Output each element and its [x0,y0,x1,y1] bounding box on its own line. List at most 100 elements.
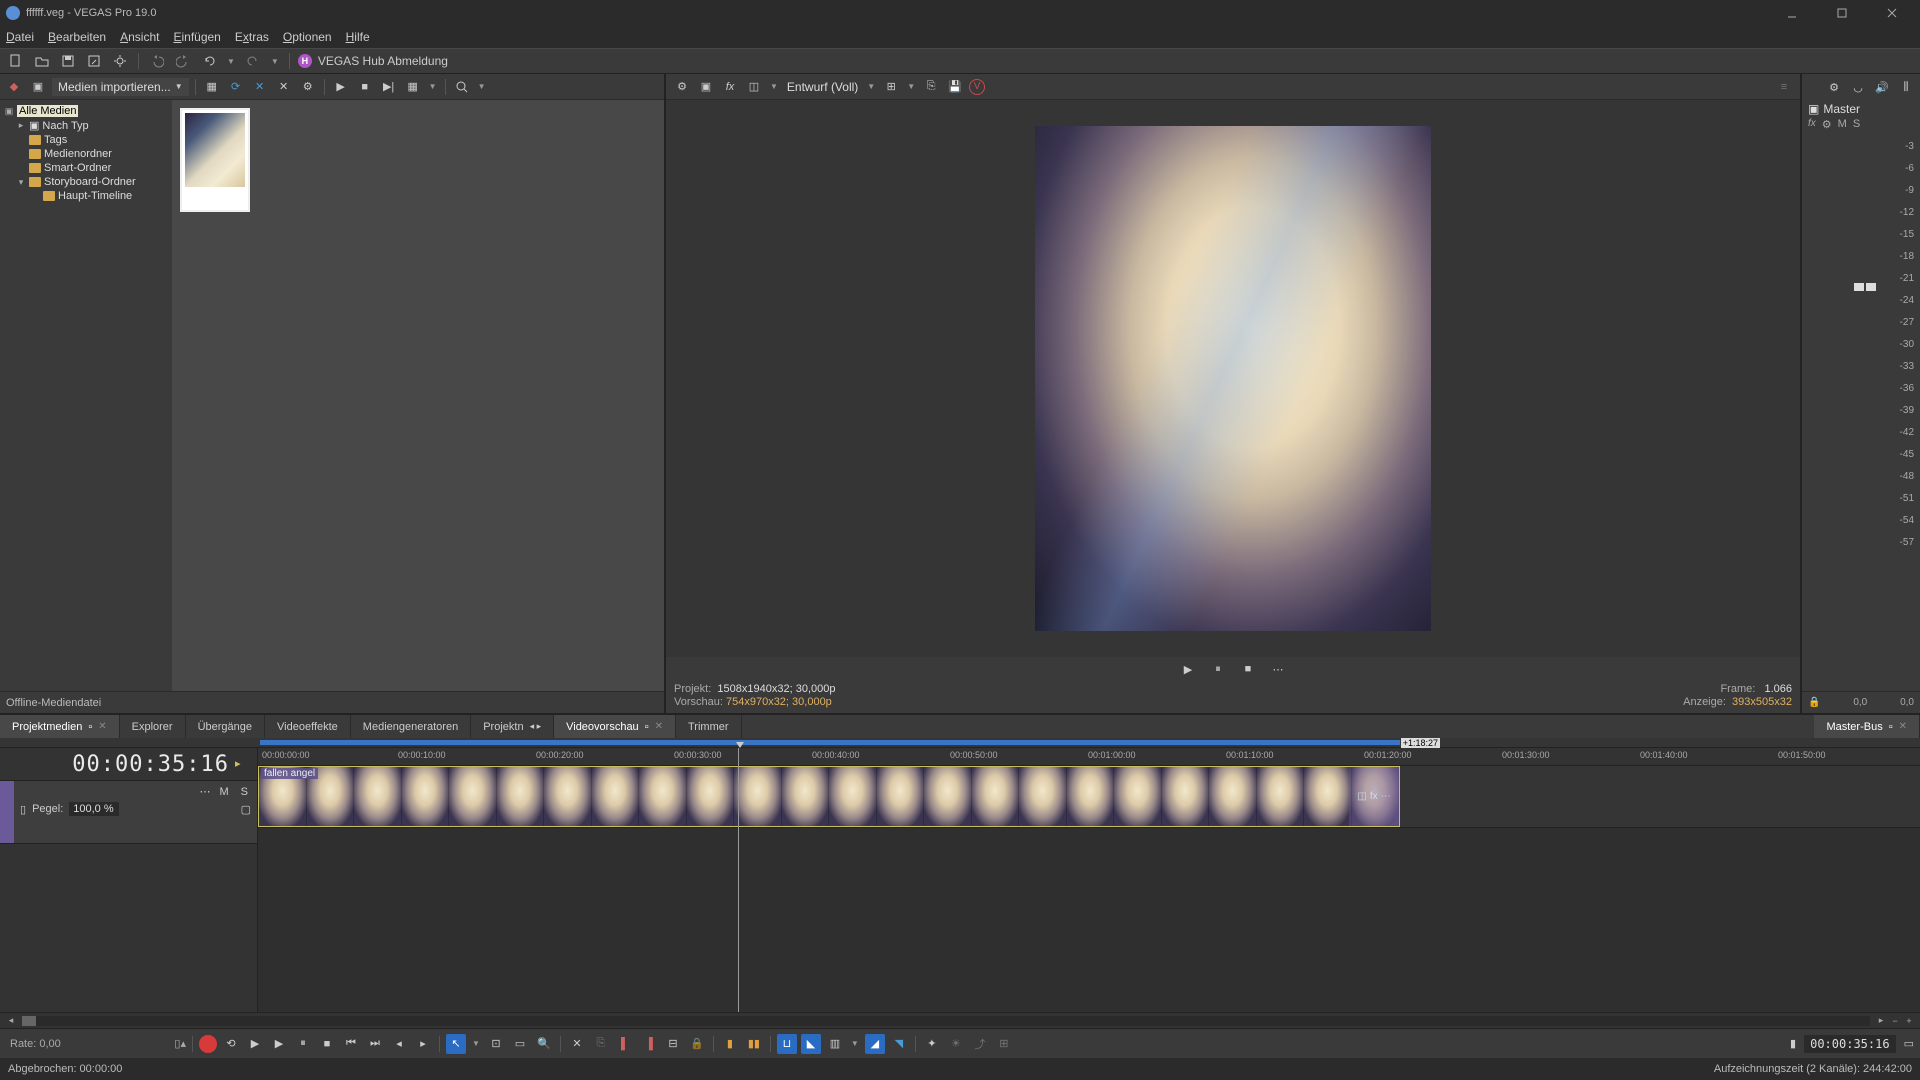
master-output-icon[interactable]: 🔊 [1872,77,1892,97]
menu-file[interactable]: Datei [6,30,34,44]
track-min-icon[interactable]: ▯ [20,803,26,816]
redo-icon[interactable] [173,51,193,71]
preview-canvas[interactable] [666,100,1800,657]
master-settings-icon[interactable]: ⚙ [1824,77,1844,97]
menu-insert[interactable]: Einfügen [173,30,220,44]
selection-tool-icon[interactable]: ⊡ [486,1034,506,1054]
scroll-left-icon[interactable]: ◂ [4,1014,18,1028]
pause-icon[interactable]: ⏸ [293,1034,313,1054]
playhead-flag-icon[interactable] [736,742,744,748]
tab-trimmer[interactable]: Trimmer [676,715,742,738]
scroll-right-icon[interactable]: ▸ [1874,1014,1888,1028]
open-project-icon[interactable] [32,51,52,71]
media-play-icon[interactable]: ▶ [331,77,351,97]
display-mode-icon[interactable]: ▭ [1904,1037,1914,1050]
preview-copy-icon[interactable]: ⎘ [921,77,941,97]
capture-icon[interactable]: ▣ [28,77,48,97]
timeline-timecode[interactable]: 00:00:35:16 [72,752,229,777]
tab-master-bus[interactable]: Master-Bus ▫ ✕ [1814,715,1920,738]
preview-pause-icon[interactable]: ⏸ [1208,659,1228,679]
tree-tags[interactable]: Tags [2,133,170,147]
tab-media-generators[interactable]: Mediengeneratoren [351,715,471,738]
media-remove-icon[interactable]: ✕ [250,77,270,97]
color-grading-icon[interactable]: ✦ [922,1034,942,1054]
play-start-icon[interactable]: ▶ [245,1034,265,1054]
preview-settings-icon[interactable]: ⚙ [672,77,692,97]
minimize-button[interactable] [1774,3,1810,23]
trim-end-icon[interactable]: ▐ [639,1034,659,1054]
import-media-button[interactable]: Medien importieren... ▼ [52,78,189,96]
lock-icon[interactable]: 🔒 [687,1034,707,1054]
clip-fx-handle[interactable]: ◫fx⋯ [1349,767,1399,826]
media-properties-icon[interactable]: ⚙ [298,77,318,97]
menu-options[interactable]: Optionen [283,30,332,44]
menu-help[interactable]: Hilfe [346,30,370,44]
tab-project-notes[interactable]: Projektn ◂ ▸ [471,715,554,738]
master-mixer-icon[interactable]: ⫼ [1896,77,1916,97]
undo-history-icon[interactable] [199,51,219,71]
more-tools-icon[interactable]: ⊞ [994,1034,1014,1054]
preview-split-icon[interactable]: ◫ [744,77,764,97]
new-project-icon[interactable] [6,51,26,71]
track-solo-button[interactable]: S [238,786,251,798]
menu-edit[interactable]: Bearbeiten [48,30,106,44]
tab-video-preview[interactable]: Videovorschau ▫ ✕ [554,715,676,738]
preview-play-icon[interactable]: ▶ [1178,659,1198,679]
pegel-input[interactable] [69,802,119,816]
prev-frame-icon[interactable]: ◂ [389,1034,409,1054]
hdr-icon[interactable]: ☀ [946,1034,966,1054]
envelope-tool-icon[interactable]: ▭ [510,1034,530,1054]
auto-ripple-icon[interactable]: ▥ [825,1034,845,1054]
tree-all-media[interactable]: ▣Alle Medien [2,104,170,118]
tree-smart-folder[interactable]: Smart-Ordner [2,161,170,175]
auto-crossfade-icon[interactable]: ◢ [865,1034,885,1054]
tree-main-timeline[interactable]: Haupt-Timeline [2,189,170,203]
copy-icon[interactable]: ⎘ [591,1034,611,1054]
play-icon[interactable]: ▶ [269,1034,289,1054]
search-icon[interactable] [452,77,472,97]
marker-icon[interactable]: ▮ [720,1034,740,1054]
tree-by-type[interactable]: ▸▣Nach Typ [2,118,170,133]
media-thumbnail[interactable] [180,108,250,212]
media-views-icon[interactable]: ▦ [403,77,423,97]
preview-v-icon[interactable]: V [969,79,985,95]
loop-icon[interactable]: ⟲ [221,1034,241,1054]
zoom-tool-icon[interactable]: 🔍 [534,1034,554,1054]
preview-grid-icon[interactable]: ⊞ [881,77,901,97]
hub-icon[interactable]: H [298,54,312,68]
media-refresh-icon[interactable]: ⟳ [226,77,246,97]
preview-fx-icon[interactable]: fx [720,77,740,97]
video-track-lane[interactable]: fallen angel ◫fx⋯ [258,766,1920,828]
ignore-group-icon[interactable]: ◥ [889,1034,909,1054]
tree-storyboard[interactable]: ▾Storyboard-Ordner [2,175,170,189]
media-stop-icon[interactable]: ■ [355,77,375,97]
close-button[interactable] [1874,3,1910,23]
scroll-thumb[interactable] [22,1016,36,1026]
quantize-icon[interactable]: ◣ [801,1034,821,1054]
timeline-range-bar[interactable] [260,740,1400,745]
media-autoplay-icon[interactable]: ▶| [379,77,399,97]
undo-icon[interactable] [147,51,167,71]
menu-extras[interactable]: Extras [235,30,269,44]
go-end-icon[interactable]: ⏭ [365,1034,385,1054]
preview-menu-icon[interactable]: ≡ [1774,77,1794,97]
preview-quality[interactable]: Entwurf (Voll) [784,80,861,94]
tab-project-media[interactable]: Projektmedien ▫ ✕ [0,715,120,738]
cut-icon[interactable]: ✕ [567,1034,587,1054]
media-home-icon[interactable]: ◆ [4,77,24,97]
track-more-icon[interactable]: ⋯ [199,785,210,798]
transport-timecode[interactable]: 00:00:35:16 [1804,1035,1895,1053]
master-solo-button[interactable]: S [1853,118,1860,131]
redo-history-icon[interactable] [243,51,263,71]
record-button[interactable] [199,1035,217,1053]
split-icon[interactable]: ⊟ [663,1034,683,1054]
master-gear-icon[interactable]: ⚙ [1822,118,1832,131]
master-mute-button[interactable]: M [1838,118,1847,131]
hub-label[interactable]: VEGAS Hub Abmeldung [318,54,448,68]
dropdown-icon[interactable]: ▼ [269,57,281,66]
menu-view[interactable]: Ansicht [120,30,159,44]
master-insert-icon[interactable]: ▣ [1808,102,1819,116]
region-icon[interactable]: ▮▮ [744,1034,764,1054]
properties-icon[interactable] [110,51,130,71]
normal-edit-tool-icon[interactable]: ↖ [446,1034,466,1054]
